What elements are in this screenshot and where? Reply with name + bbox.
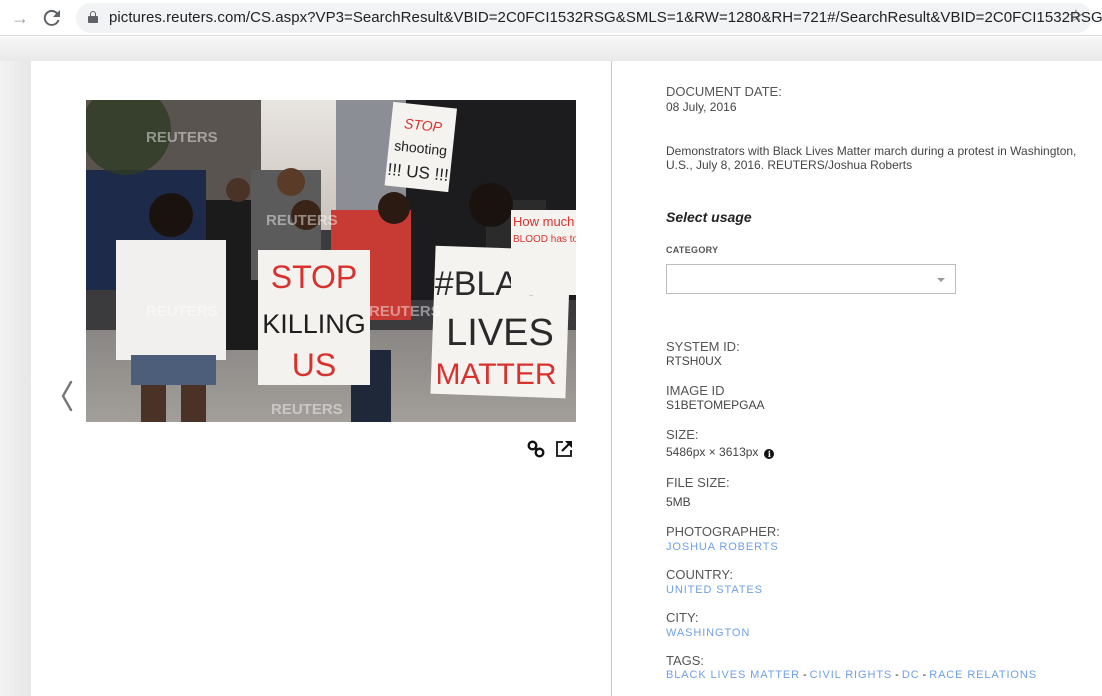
image-id-label: IMAGE ID [666,383,725,398]
category-label: CATEGORY [666,245,719,255]
info-icon[interactable]: i [764,449,775,459]
image-id-value: S1BETOMEPGAA [666,398,765,412]
size-row: 5486px × 3613px i [666,445,775,459]
document-date-value: 08 July, 2016 [666,100,737,114]
photographer-label: PHOTOGRAPHER: [666,524,780,539]
sign-how-much-blood: How much BLOOD has to [511,210,576,295]
svg-text:KILLING: KILLING [262,309,366,339]
svg-text:REUTERS: REUTERS [146,129,218,146]
dropdown-caret-icon [937,278,945,282]
svg-text:REUTERS: REUTERS [146,303,218,320]
protest-photo: STOP KILLING US #BLACK LIVES MATTER STOP… [86,100,576,422]
photo-preview[interactable]: STOP KILLING US #BLACK LIVES MATTER STOP… [86,100,576,422]
image-detail-modal: STOP KILLING US #BLACK LIVES MATTER STOP… [31,61,1102,696]
backdrop-top-shade [0,37,1102,61]
photographer-link[interactable]: JOSHUA ROBERTS [666,541,779,553]
tag-separator: - [922,669,927,681]
link-icon [527,440,545,458]
system-id-label: SYSTEM ID: [666,339,740,354]
country-label: COUNTRY: [666,567,733,582]
external-link-icon [556,441,572,457]
tag-link[interactable]: RACE RELATIONS [929,669,1037,681]
address-bar[interactable]: pictures.reuters.com/CS.aspx?VP3=SearchR… [76,3,1102,33]
browser-toolbar: → pictures.reuters.com/CS.aspx?VP3=Searc… [0,0,1102,36]
size-value: 5486px × 3613px [666,445,759,459]
svg-text:BLOOD has to: BLOOD has to [513,234,576,245]
tag-link[interactable]: DC [902,669,920,681]
city-row: WASHINGTON [666,625,750,639]
system-id-value: RTSH0UX [666,354,722,368]
document-date-label: DOCUMENT DATE: [666,84,782,99]
svg-text:REUTERS: REUTERS [271,401,343,418]
sign-stop-killing-us: STOP KILLING US [258,250,370,385]
tags-label: TAGS: [666,653,705,668]
svg-text:REUTERS: REUTERS [369,303,441,320]
file-size-value: 5MB [666,495,691,509]
forward-button[interactable]: → [8,6,32,30]
image-caption: Demonstrators with Black Lives Matter ma… [666,144,1077,172]
previous-image-button[interactable] [58,379,78,413]
open-in-new-window-button[interactable] [554,439,574,459]
tags-list: BLACK LIVES MATTER - CIVIL RIGHTS - DC - RACE … [666,667,1037,681]
tag-separator: - [895,669,899,681]
svg-text:LIVES: LIVES [446,312,554,354]
url-text[interactable]: pictures.reuters.com/CS.aspx?VP3=SearchR… [109,9,1102,26]
size-label: SIZE: [666,427,699,442]
bookmark-star-icon[interactable]: ☆ [1068,6,1084,27]
white-shirt [116,240,226,360]
country-link[interactable]: UNITED STATES [666,584,763,596]
svg-text:MATTER: MATTER [435,358,556,391]
lock-icon [88,11,98,23]
reload-icon [43,9,60,26]
select-usage-heading: Select usage [666,209,752,225]
city-link[interactable]: WASHINGTON [666,627,750,639]
tag-separator: - [802,669,807,681]
svg-text:How much: How much [513,214,574,229]
sign-stop-shooting-us: STOP shooting !!! US !!! [384,101,458,193]
svg-text:REUTERS: REUTERS [266,212,338,229]
svg-text:STOP: STOP [271,259,358,295]
arrow-right-icon: → [11,8,29,28]
chevron-left-icon [61,380,73,412]
city-label: CITY: [666,610,699,625]
copy-link-button[interactable] [526,439,546,459]
category-select[interactable] [666,264,956,294]
country-row: UNITED STATES [666,582,763,596]
file-size-label: FILE SIZE: [666,475,730,490]
svg-text:US: US [292,347,336,383]
reload-button[interactable] [40,6,64,30]
photographer-row: JOSHUA ROBERTS [666,539,779,553]
tag-link[interactable]: CIVIL RIGHTS [810,669,893,681]
modal-divider [611,61,612,696]
tag-link[interactable]: BLACK LIVES MATTER [666,669,800,681]
